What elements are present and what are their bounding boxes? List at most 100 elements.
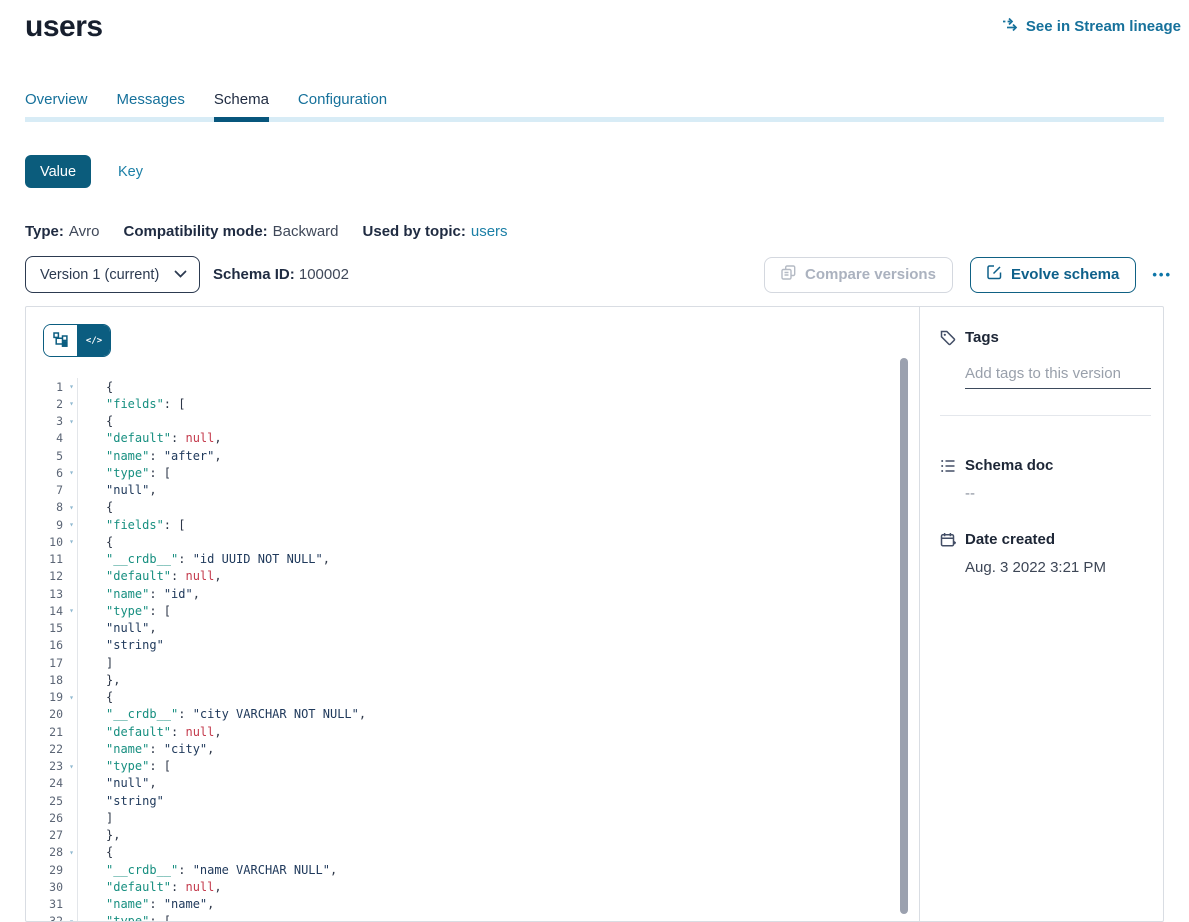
evolve-schema-button[interactable]: Evolve schema [970,257,1136,293]
add-tags-input[interactable] [965,365,1151,389]
code-line: 25 "string" [26,792,919,809]
fold-toggle-icon[interactable]: ▾ [63,917,77,921]
code-text: "null", [77,775,919,792]
code-line: 3▾ { [26,413,919,430]
line-number: 31 [26,897,63,911]
more-actions-button[interactable]: ••• [1148,261,1176,288]
code-text: "type": [ [77,758,919,775]
fold-toggle-icon[interactable]: ▾ [63,399,77,408]
code-text: { [77,413,919,430]
code-text: "type": [ [77,913,919,921]
fold-toggle-icon[interactable]: ▾ [63,606,77,615]
tab-messages[interactable]: Messages [117,91,185,122]
code-line: 23▾ "type": [ [26,758,919,775]
token-punc: , [149,621,156,635]
tab-overview[interactable]: Overview [25,91,88,122]
token-null: null [185,725,214,739]
token-punc: { [106,845,113,859]
code-text: "default": null, [77,723,919,740]
chevron-down-icon [174,267,187,283]
schema-editor: </> 1▾{2▾ "fields": [3▾ {4 "default": nu… [26,307,920,921]
line-number: 26 [26,811,63,825]
code-line: 29 "__crdb__": "name VARCHAR NULL", [26,861,919,878]
line-number: 29 [26,863,63,877]
schema-meta: Type: Avro Compatibility mode: Backward … [25,223,1164,240]
code-line: 17 ] [26,654,919,671]
used-by-topic-link[interactable]: users [471,223,508,240]
line-number: 2 [26,397,63,411]
token-key: "type" [106,604,149,618]
editor-scrollbar[interactable] [900,358,908,914]
line-number: 9 [26,518,63,532]
code-line: 20 "__crdb__": "city VARCHAR NOT NULL", [26,706,919,723]
fold-toggle-icon[interactable]: ▾ [63,848,77,857]
token-key: "name" [106,897,149,911]
code-text: "default": null, [77,568,919,585]
fold-toggle-icon[interactable]: ▾ [63,762,77,771]
code-line: 26 ] [26,809,919,826]
line-number: 3 [26,414,63,428]
line-number: 28 [26,845,63,859]
fold-toggle-icon[interactable]: ▾ [63,503,77,512]
code-line: 31 "name": "name", [26,896,919,913]
token-str: "null" [106,621,149,635]
sitemap-icon [53,332,68,350]
compare-versions-button[interactable]: Compare versions [764,257,953,293]
token-str: "name" [164,897,207,911]
line-number: 5 [26,449,63,463]
fold-toggle-icon[interactable]: ▾ [63,417,77,426]
token-key: "default" [106,569,171,583]
line-number: 1 [26,380,63,394]
code-line: 21 "default": null, [26,723,919,740]
stream-lineage-link[interactable]: See in Stream lineage [1002,17,1181,36]
token-str: "null" [106,483,149,497]
code-line: 6▾ "type": [ [26,464,919,481]
value-tab-button[interactable]: Value [25,155,91,188]
code-text: "name": "after", [77,447,919,464]
token-null: null [185,569,214,583]
code-lines: 1▾{2▾ "fields": [3▾ {4 "default": null,5… [26,378,919,921]
schema-id-label: Schema ID: [213,266,295,283]
line-number: 14 [26,604,63,618]
token-punc: , [193,587,200,601]
tab-schema[interactable]: Schema [214,91,269,122]
fold-toggle-icon[interactable]: ▾ [63,382,77,391]
token-key: "type" [106,914,149,921]
code-line: 19▾ { [26,689,919,706]
fold-toggle-icon[interactable]: ▾ [63,520,77,529]
token-punc: : [171,569,185,583]
token-str: "id" [164,587,193,601]
token-punc: : [ [149,914,171,921]
date-created-section: Date created Aug. 3 2022 3:21 PM [940,531,1151,576]
code-text: ] [77,654,919,671]
token-punc: : [178,863,192,877]
token-punc: { [106,380,113,394]
version-bar: Version 1 (current) Schema ID: 100002 [25,256,1164,293]
date-created-value: Aug. 3 2022 3:21 PM [965,559,1151,576]
token-punc: , [149,776,156,790]
code-line: 11 "__crdb__": "id UUID NOT NULL", [26,551,919,568]
token-punc: : [ [164,518,186,532]
value-key-toggle: Value Key [25,155,1164,188]
code-line: 9▾ "fields": [ [26,516,919,533]
code-line: 27 }, [26,827,919,844]
tree-view-button[interactable] [44,325,77,356]
version-select[interactable]: Version 1 (current) [25,256,200,293]
fold-toggle-icon[interactable]: ▾ [63,693,77,702]
key-tab-link[interactable]: Key [118,164,143,180]
code-view-button[interactable]: </> [77,325,110,356]
token-punc: : [ [149,759,171,773]
token-punc: , [330,863,337,877]
token-punc: : [ [164,397,186,411]
token-punc: { [106,690,113,704]
fold-toggle-icon[interactable]: ▾ [63,468,77,477]
line-number: 18 [26,673,63,687]
code-line: 12 "default": null, [26,568,919,585]
line-number: 6 [26,466,63,480]
token-punc: , [207,742,214,756]
code-text: { [77,533,919,550]
line-number: 21 [26,725,63,739]
tags-title: Tags [965,329,999,346]
fold-toggle-icon[interactable]: ▾ [63,537,77,546]
tab-configuration[interactable]: Configuration [298,91,387,122]
